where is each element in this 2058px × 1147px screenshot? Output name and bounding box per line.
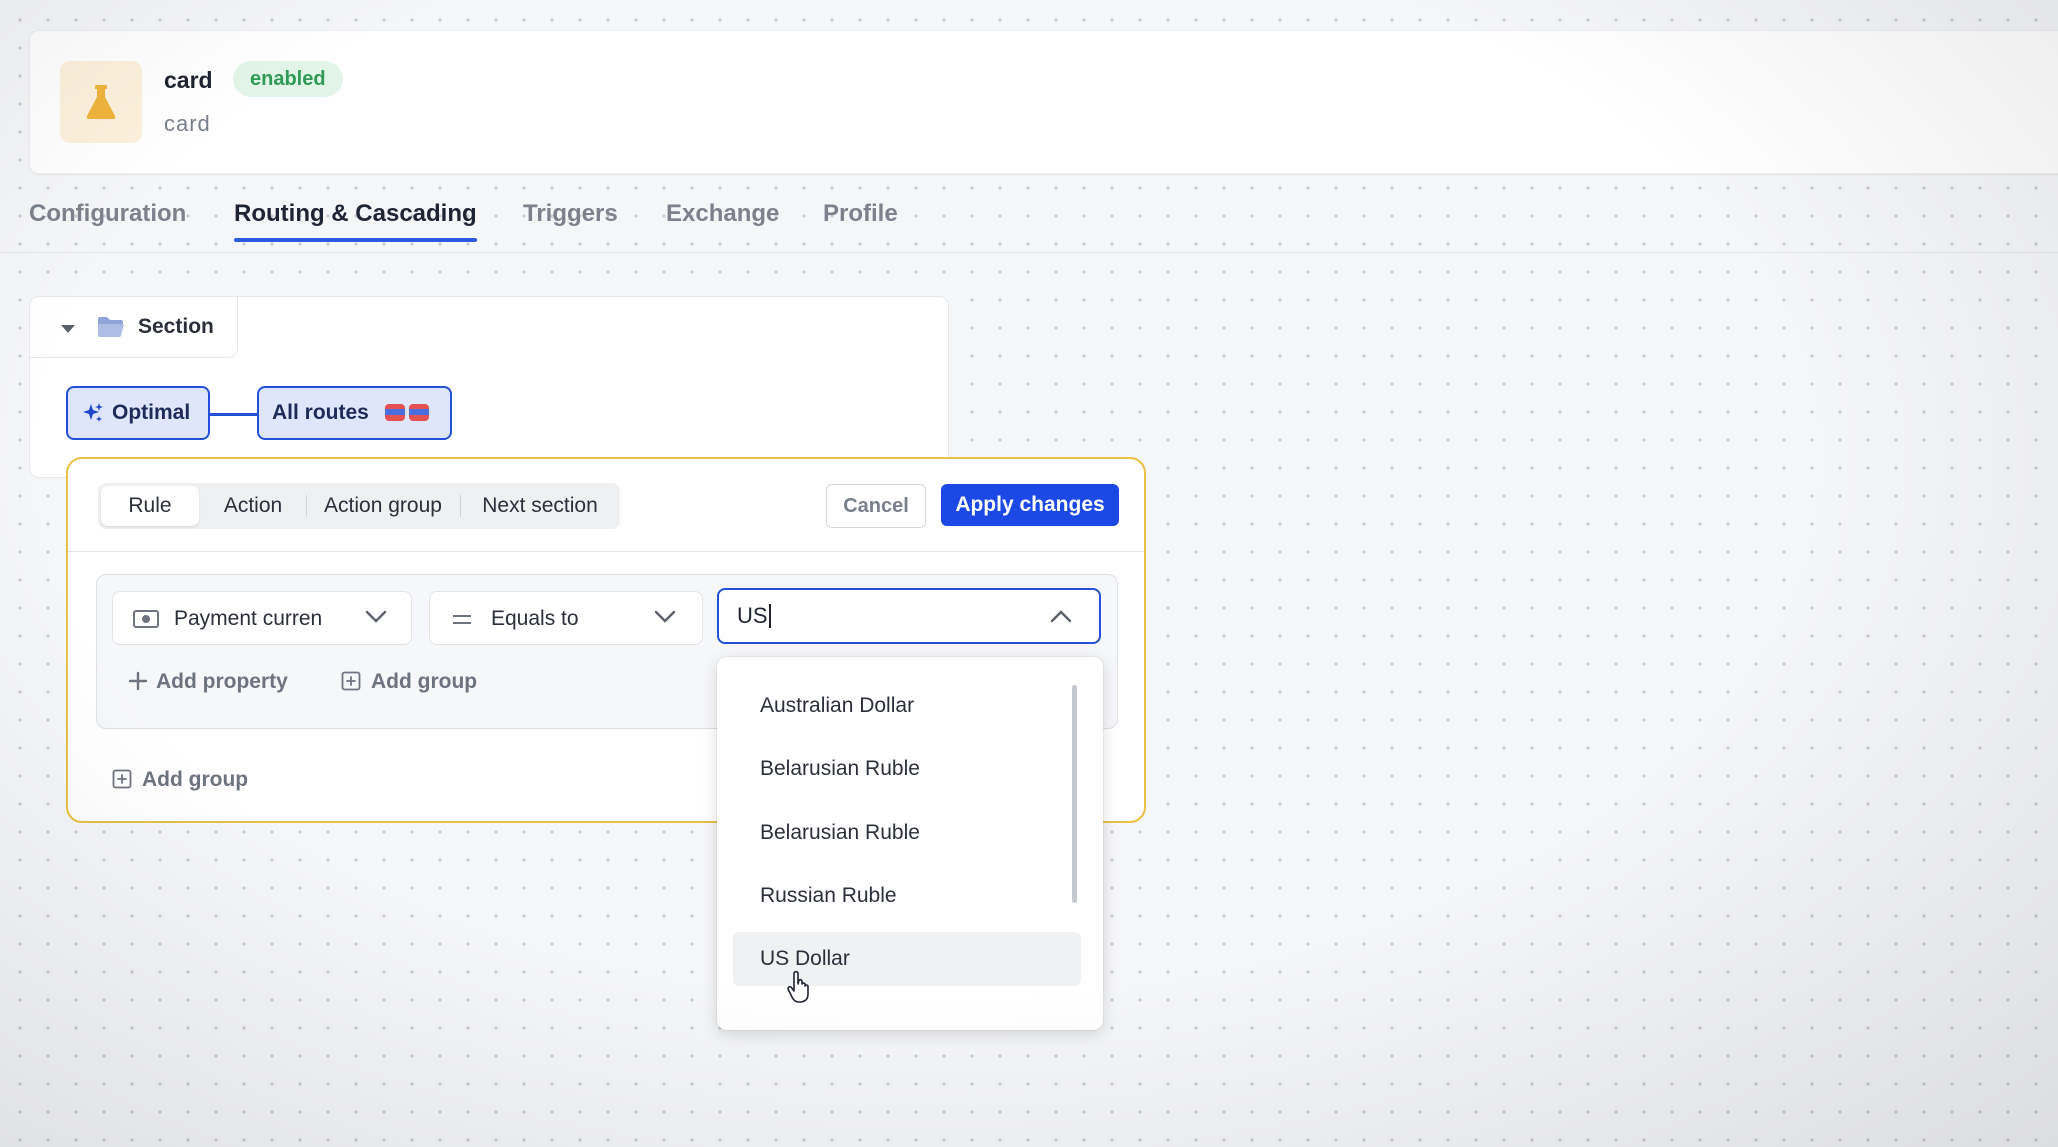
segment-divider [460,495,461,517]
plus-icon [128,671,148,691]
hand-cursor-icon [787,970,809,1003]
section-label: Section [138,315,214,338]
folder-icon [98,317,124,337]
editor-mode-tabs: Rule Action Action group Next section [98,483,620,529]
add-box-icon [341,671,361,691]
currency-dropdown: Australian Dollar Belarusian Ruble Belar… [717,657,1103,1030]
chevron-down-icon [654,610,676,623]
apply-changes-button[interactable]: Apply changes [941,484,1119,526]
cancel-button[interactable]: Cancel [826,484,926,528]
status-badge: enabled [233,61,343,97]
all-routes-label: All routes [272,401,369,424]
all-routes-node[interactable]: All routes [257,386,452,440]
header-title: card [164,67,213,93]
chevron-down-icon [365,610,387,623]
tab-configuration[interactable]: Configuration [29,200,186,228]
optimal-label: Optimal [112,401,191,424]
equals-icon [453,615,471,624]
dropdown-option[interactable]: Australian Dollar [733,679,1081,733]
dropdown-option[interactable]: Russian Ruble [733,869,1081,923]
value-search-input[interactable]: US [717,588,1101,644]
operator-value: Equals to [491,607,579,630]
section-header[interactable]: Section [30,297,238,358]
segment-action[interactable]: Action [206,483,300,529]
caret-down-icon[interactable] [61,325,75,333]
segment-next-section[interactable]: Next section [466,483,614,529]
flask-icon [60,61,142,143]
add-property-button[interactable]: Add property [128,670,288,694]
tab-divider [0,252,2058,253]
segment-divider [306,495,307,517]
optimal-node[interactable]: Optimal [66,386,210,440]
segment-action-group[interactable]: Action group [312,483,454,529]
sparkle-icon [83,403,103,422]
add-box-icon [112,769,132,789]
add-group-inner-label: Add group [371,670,478,693]
dropdown-option[interactable]: Belarusian Ruble [733,742,1081,796]
money-icon [133,610,159,628]
property-value: Payment curren [174,607,323,630]
editor-divider [68,551,1144,552]
add-group-outer-button[interactable]: Add group [112,768,248,792]
dropdown-option[interactable]: Belarusian Ruble [733,806,1081,860]
chevron-up-icon[interactable] [1050,609,1072,623]
header-subtitle: card [164,111,211,136]
add-group-outer-label: Add group [142,768,249,791]
value-input-text: US [737,604,771,628]
tab-profile[interactable]: Profile [823,200,898,228]
add-property-label: Add property [156,670,288,693]
property-select[interactable]: Payment curren [112,591,412,645]
tab-routing-cascading[interactable]: Routing & Cascading [234,200,477,242]
tab-exchange[interactable]: Exchange [666,200,779,228]
dropdown-scrollbar[interactable] [1072,685,1077,903]
add-group-inner-button[interactable]: Add group [341,670,477,694]
segment-rule[interactable]: Rule [101,486,199,526]
tab-triggers[interactable]: Triggers [523,200,618,228]
operator-select[interactable]: Equals to [429,591,703,645]
node-connector [209,413,258,416]
header-card: card enabled card [29,30,2058,174]
route-cards-icon [384,404,429,421]
